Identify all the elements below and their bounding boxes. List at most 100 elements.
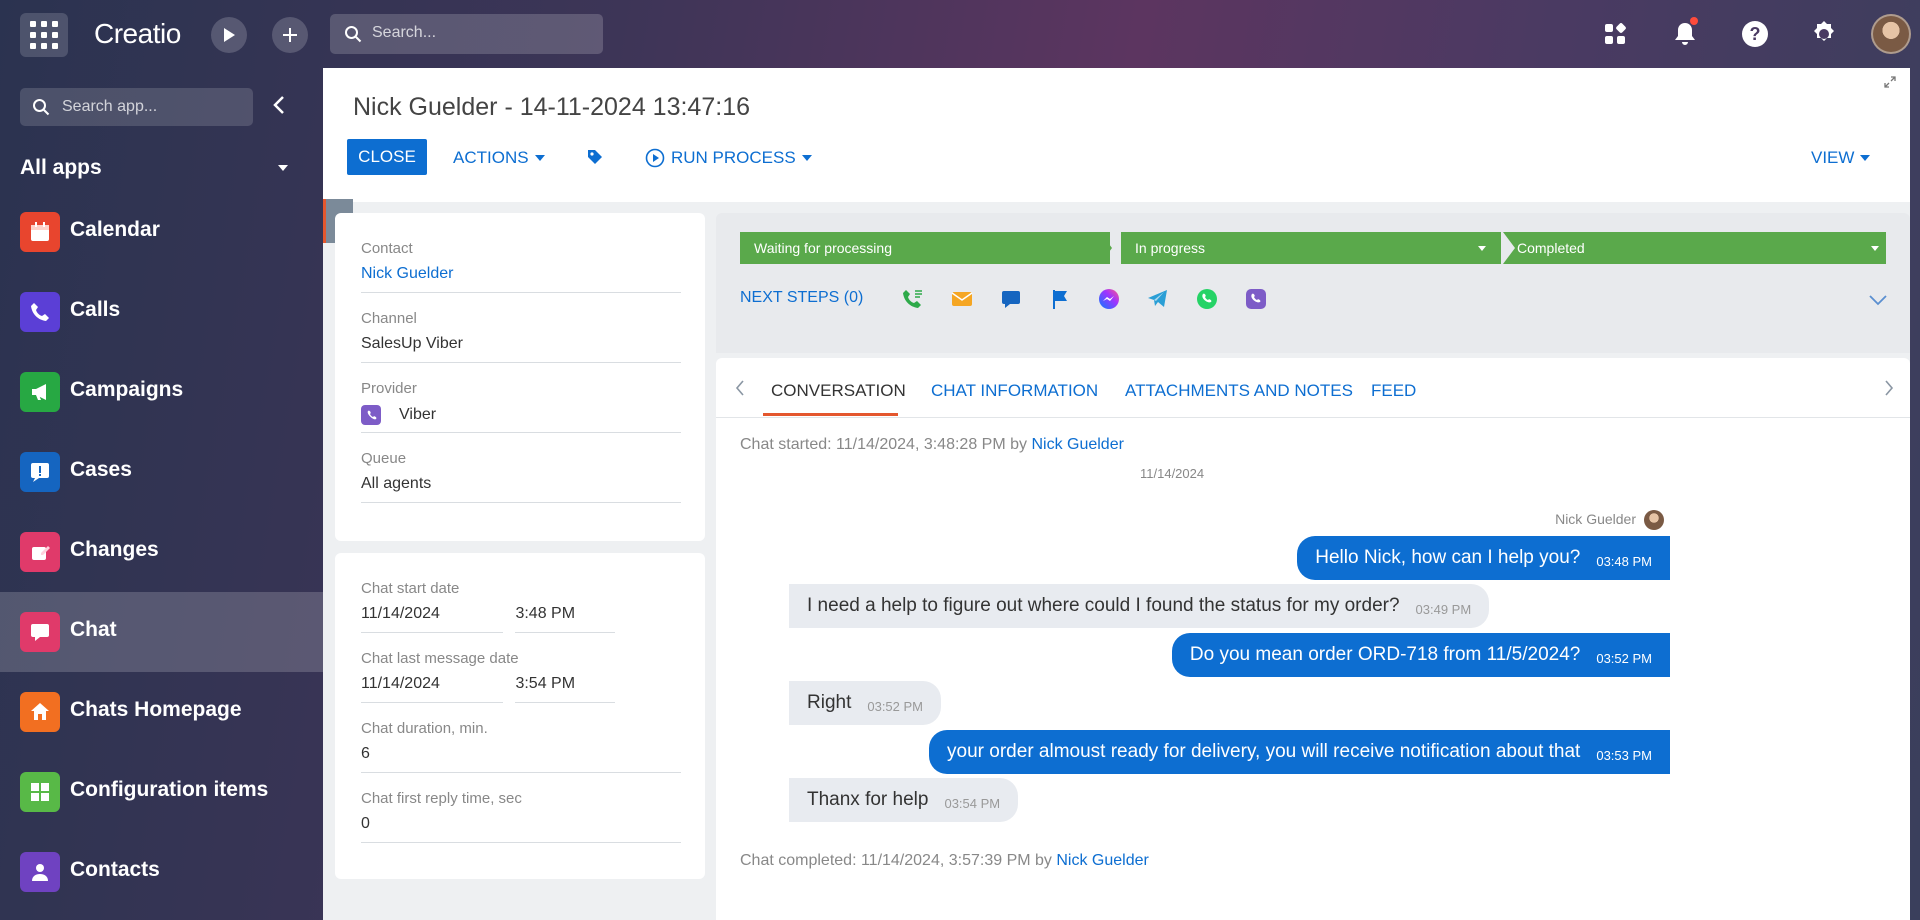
sidebar-item-cases[interactable]: Cases [0,432,323,512]
contact-link[interactable]: Nick Guelder [361,265,681,293]
chat-last-message-date-label: Chat last message date [361,650,519,667]
chevron-left-icon[interactable] [735,377,745,403]
sender-name: Nick Guelder [1555,511,1636,527]
active-tab-indicator [763,413,898,416]
calendar-icon [20,212,60,252]
help-icon[interactable]: ? [1735,14,1775,54]
run-process-button[interactable]: RUN PROCESS [645,148,812,168]
chat-start-date-input[interactable]: 11/14/2024 [361,605,503,633]
exclamation-icon [20,452,60,492]
chat-duration-value[interactable]: 6 [361,745,681,773]
stage-label: Waiting for processing [754,240,892,256]
chat-completed-by-link[interactable]: Nick Guelder [1056,852,1148,869]
telegram-icon[interactable] [1145,286,1171,312]
chat-started-line: Chat started: 11/14/2024, 3:48:28 PM by … [740,436,1124,454]
chevron-right-icon[interactable] [1884,377,1894,403]
message-time: 03:49 PM [1415,601,1472,617]
global-search-input[interactable]: Search... [330,14,603,54]
queue-field: Queue All agents [361,450,681,503]
next-steps-link[interactable]: NEXT STEPS (0) [740,289,863,307]
creatio-logo: Creatio [94,18,181,49]
chat-started-by-link[interactable]: Nick Guelder [1031,436,1123,453]
tab-conversation[interactable]: CONVERSATION [771,381,906,401]
record-header: Nick Guelder - 14-11-2024 13:47:16 CLOSE… [323,68,1910,202]
tab-chat-information[interactable]: CHAT INFORMATION [931,381,1098,401]
chevron-down-icon [801,155,812,161]
megaphone-icon [20,372,60,412]
chat-first-reply-field: Chat first reply time, sec 0 [361,790,681,843]
close-button[interactable]: CLOSE [347,139,427,175]
provider-value-row[interactable]: Viber [361,405,681,433]
chevron-down-icon[interactable] [1868,293,1888,311]
chat-start-time-input[interactable]: 3:48 PM [515,605,616,633]
expand-icon[interactable] [1884,76,1896,91]
chat-last-message-time-input[interactable]: 3:54 PM [515,675,616,703]
chat-start-date-label: Chat start date [361,580,460,597]
actions-button[interactable]: ACTIONS [453,148,545,168]
sidebar-item-label: Campaigns [70,378,184,401]
email-icon[interactable] [949,286,975,312]
sidebar-item-configuration-items[interactable]: Configuration items [0,752,323,832]
stage-waiting-for-processing[interactable]: Waiting for processing [740,232,1110,264]
message-time: 03:52 PM [867,698,924,714]
chat-last-message-date-input[interactable]: 11/14/2024 [361,675,503,703]
chat-dates-card: Chat start date 11/14/2024 3:48 PM Chat … [335,553,705,879]
flag-icon[interactable] [1047,286,1073,312]
message-time: 03:52 PM [1596,650,1652,666]
stage-separator [1489,232,1501,264]
queue-value[interactable]: All agents [361,475,681,503]
chat-duration-label: Chat duration, min. [361,720,488,737]
channel-value[interactable]: SalesUp Viber [361,335,681,363]
notifications-bell-icon[interactable] [1665,14,1705,54]
call-log-icon[interactable] [900,286,926,312]
provider-field: Provider Viber [361,380,681,433]
sidebar-item-calls[interactable]: Calls [0,272,323,352]
message-text: I need a help to figure out where could … [807,595,1400,616]
settings-gear-icon[interactable] [1804,14,1844,54]
sidebar-item-label: Calendar [70,218,160,241]
run-process-icon[interactable] [211,17,247,53]
chevron-down-icon[interactable] [1871,246,1879,251]
stage-in-progress[interactable]: In progress [1121,232,1501,264]
sender-avatar [1644,510,1664,530]
chat-icon[interactable] [998,286,1024,312]
app-launcher-grid-icon[interactable] [20,13,68,57]
app-hub-icon[interactable] [1595,14,1635,54]
collapse-sidebar-chevron-icon[interactable] [272,94,286,121]
whatsapp-icon[interactable] [1194,286,1220,312]
sidebar-item-contacts[interactable]: Contacts [0,832,323,912]
message-text: Do you mean order ORD-718 from 11/5/2024… [1189,644,1581,665]
all-apps-title[interactable]: All apps [20,156,102,180]
home-icon [20,692,60,732]
add-icon[interactable] [272,17,308,53]
app-search-input[interactable]: Search app... [20,88,253,126]
tag-icon[interactable] [586,148,604,166]
sidebar-item-changes[interactable]: Changes [0,512,323,592]
sidebar-item-label: Contacts [70,858,160,881]
sidebar-item-campaigns[interactable]: Campaigns [0,352,323,432]
viber-icon[interactable] [1243,286,1269,312]
sidebar-item-chat[interactable]: Chat [0,592,323,672]
edit-icon [20,532,60,572]
chevron-down-icon[interactable] [278,165,288,171]
chat-first-reply-value[interactable]: 0 [361,815,681,843]
stage-separator [1100,232,1112,264]
person-icon [20,852,60,892]
message-time: 03:54 PM [944,795,1001,811]
stage-completed[interactable]: Completed [1503,232,1886,264]
chevron-down-icon[interactable] [1478,246,1486,251]
sidebar-item-chats-homepage[interactable]: Chats Homepage [0,672,323,752]
message-outgoing: your order almoust ready for delivery, y… [929,730,1670,774]
view-button[interactable]: VIEW [1811,148,1871,168]
user-avatar[interactable] [1871,14,1911,54]
message-text: Right [807,692,852,713]
chevron-down-icon [534,155,545,161]
sidebar-item-calendar[interactable]: Calendar [0,192,323,272]
notification-dot [1690,17,1698,25]
sidebar-item-label: Cases [70,458,132,481]
tab-attachments-and-notes[interactable]: ATTACHMENTS AND NOTES [1125,381,1353,401]
provider-value: Viber [399,406,437,424]
tab-feed[interactable]: FEED [1371,381,1416,401]
message-time: 03:53 PM [1596,747,1652,763]
messenger-icon[interactable] [1096,286,1122,312]
